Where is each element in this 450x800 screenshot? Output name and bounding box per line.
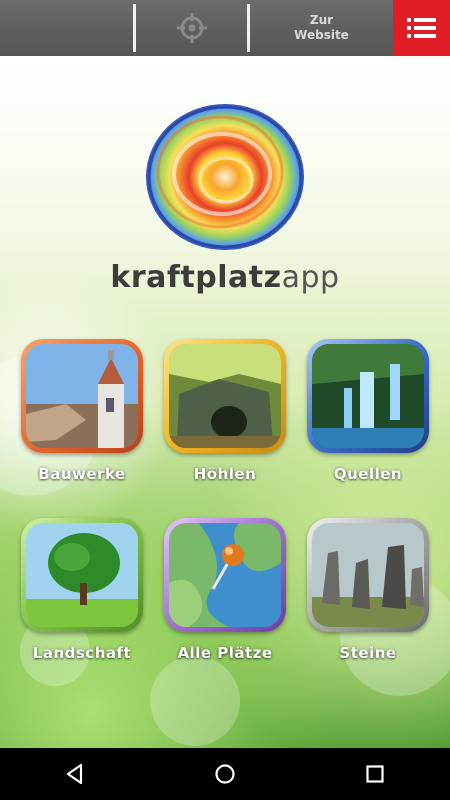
tile-frame	[164, 339, 286, 453]
tile-label: Höhlen	[193, 465, 257, 483]
recents-square-icon	[366, 765, 384, 783]
tile-label: Alle Plätze	[177, 644, 273, 662]
home-screen: kraftplatzapp Bauwerke Höhlen Quellen La…	[0, 56, 450, 748]
tile-frame	[307, 339, 429, 453]
locate-button[interactable]	[136, 0, 247, 56]
tree-icon	[26, 523, 138, 627]
category-tile-hoehlen[interactable]: Höhlen	[160, 339, 290, 483]
tile-label: Quellen	[333, 465, 403, 483]
brand-bold: kraftplatz	[110, 260, 282, 295]
tile-frame	[164, 518, 286, 632]
back-button[interactable]	[45, 754, 105, 794]
standing-stones-icon	[312, 523, 424, 627]
swirl-logo-icon	[146, 104, 304, 250]
back-triangle-icon	[66, 763, 83, 785]
waterfall-icon	[312, 344, 424, 448]
category-tile-quellen[interactable]: Quellen	[303, 339, 433, 483]
brand-light: app	[281, 260, 340, 295]
website-label-line2: Website	[294, 28, 349, 42]
home-button[interactable]	[195, 754, 255, 794]
recents-button[interactable]	[345, 754, 405, 794]
crosshair-icon	[176, 13, 207, 43]
menu-button[interactable]	[393, 0, 450, 56]
website-button[interactable]: Zur Website	[250, 0, 393, 56]
website-label-line1: Zur	[309, 13, 334, 27]
church-icon	[26, 344, 138, 448]
tile-frame	[21, 339, 143, 453]
tile-frame	[307, 518, 429, 632]
tile-label: Steine	[339, 644, 397, 662]
list-menu-icon	[407, 18, 436, 38]
category-tile-bauwerke[interactable]: Bauwerke	[17, 339, 147, 483]
home-circle-icon	[215, 764, 235, 784]
brand-wordmark: kraftplatzapp	[110, 260, 339, 295]
category-tile-steine[interactable]: Steine	[303, 518, 433, 662]
tile-label: Bauwerke	[38, 465, 126, 483]
tile-frame	[21, 518, 143, 632]
tile-label: Landschaft	[32, 644, 132, 662]
system-nav-bar	[0, 748, 450, 800]
toolbar-blank-area	[0, 0, 133, 56]
app-logo: kraftplatzapp	[0, 102, 450, 295]
top-toolbar: Zur Website	[0, 0, 450, 56]
cave-icon	[169, 344, 281, 448]
map-pin-icon	[169, 523, 281, 627]
category-tile-landschaft[interactable]: Landschaft	[17, 518, 147, 662]
category-tile-alle-plaetze[interactable]: Alle Plätze	[160, 518, 290, 662]
